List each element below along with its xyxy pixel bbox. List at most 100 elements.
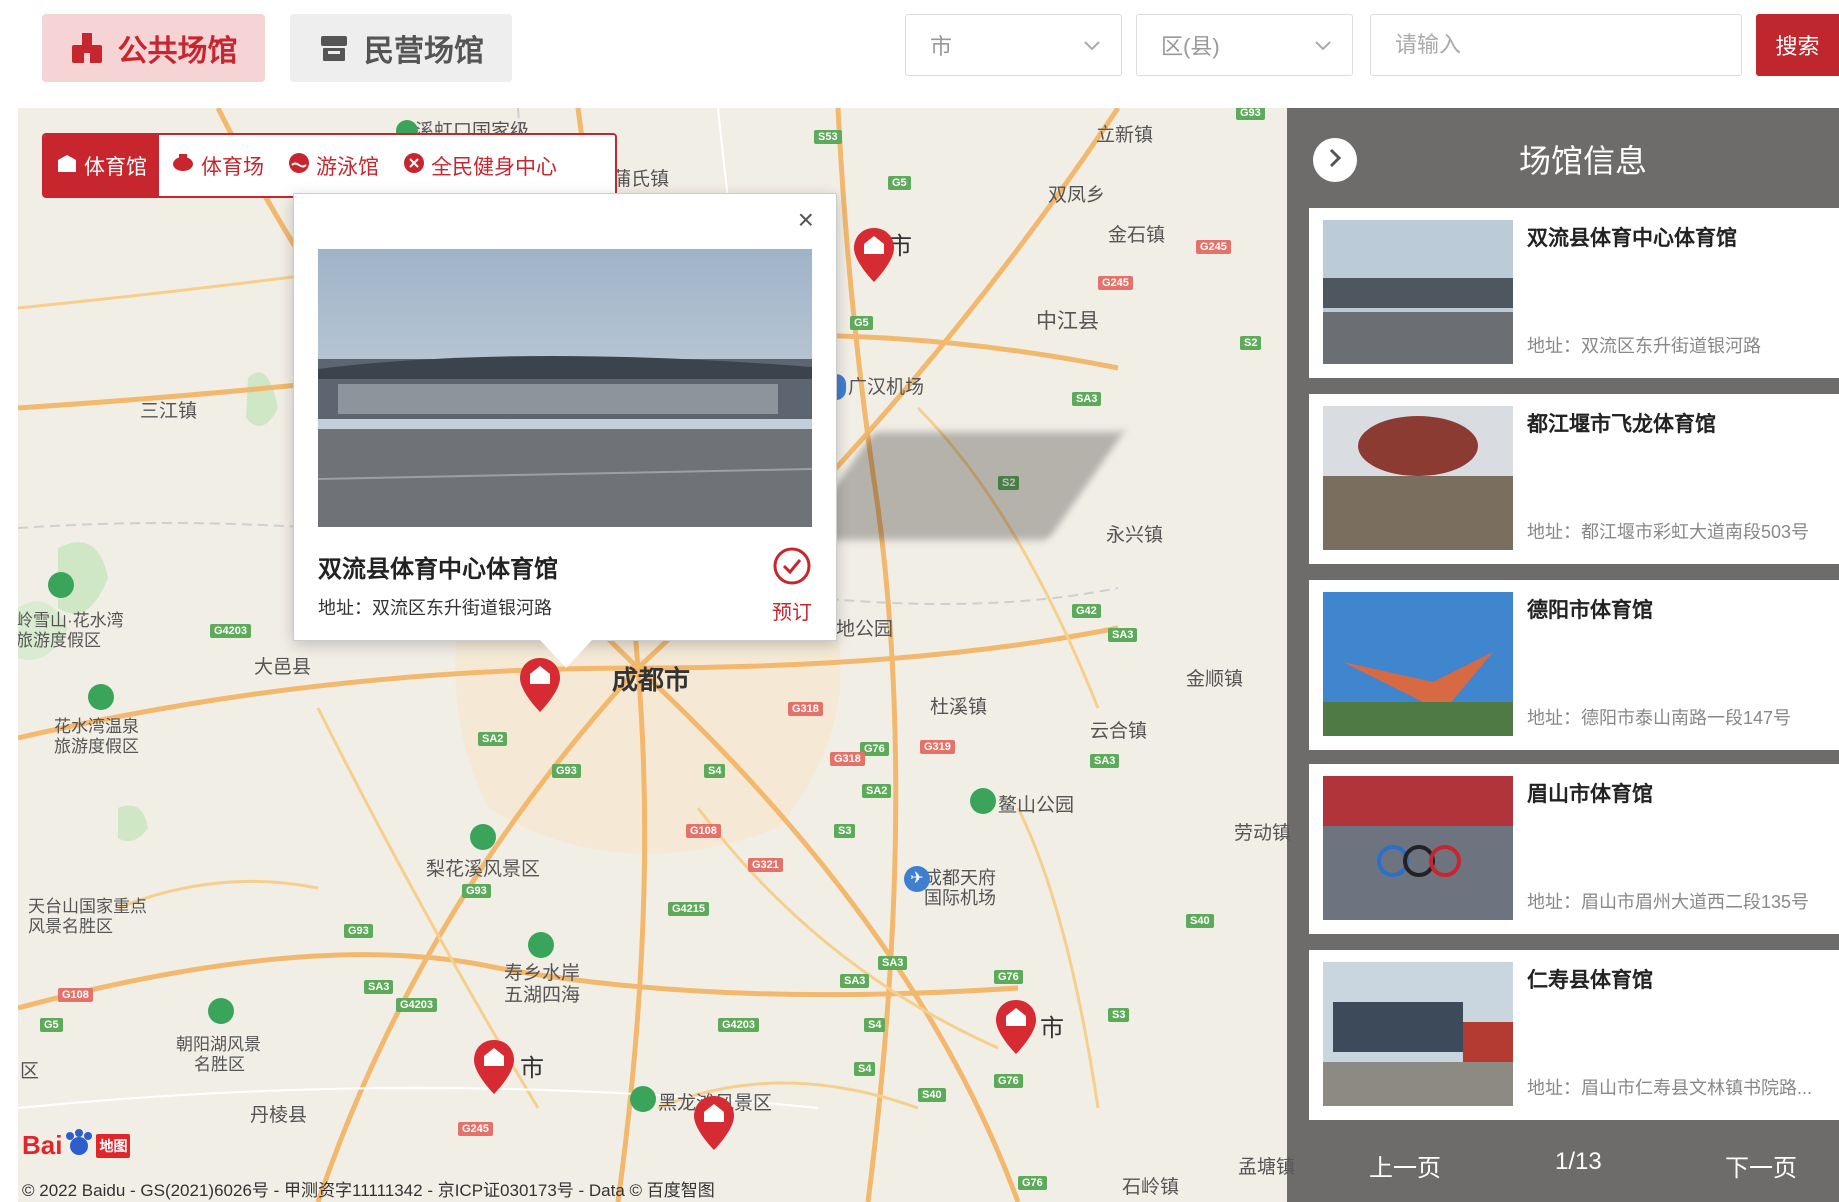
venue-card[interactable]: 都江堰市飞龙体育馆 地址：都江堰市彩虹大道南段503号: [1309, 394, 1839, 564]
popup-venue-address: 地址：双流区东升街道银河路: [318, 598, 552, 618]
venue-card-address: 地址：眉山市仁寿县文林镇书院路...: [1527, 1078, 1813, 1098]
map-copyright: © 2022 Baidu - GS(2021)6026号 - 甲测资字11111…: [22, 1181, 715, 1200]
park-icon: [630, 1086, 656, 1112]
venue-card-address: 地址：双流区东升街道银河路: [1527, 336, 1761, 356]
map-label: 旅游度假区: [18, 631, 101, 650]
search-button[interactable]: 搜索: [1756, 14, 1839, 76]
road-badge: G4203: [718, 1018, 760, 1032]
collapse-panel-button[interactable]: [1313, 138, 1357, 182]
venue-card[interactable]: 德阳市体育馆 地址：德阳市泰山南路一段147号: [1309, 580, 1839, 750]
tab-private-label: 民营场馆: [364, 35, 484, 68]
tab-public-label: 公共场馆: [117, 35, 238, 68]
stadium-icon: [171, 152, 195, 180]
map-label: 梨花溪风景区: [426, 859, 541, 880]
check-circle-icon: [772, 546, 812, 592]
road-badge: SA3: [1072, 392, 1102, 406]
venue-card-name: 仁寿县体育馆: [1527, 969, 1653, 992]
venue-card[interactable]: 眉山市体育馆 地址：眉山市眉州大道西二段135号: [1309, 764, 1839, 934]
road-badge: SA3: [1108, 628, 1138, 642]
category-label: 体育场: [201, 155, 264, 179]
panel-title: 场馆信息: [1519, 143, 1648, 179]
venue-card-address: 地址：都江堰市彩虹大道南段503号: [1527, 522, 1810, 542]
category-stadium[interactable]: 体育场: [159, 135, 276, 196]
chevron-down-icon: [1083, 32, 1101, 58]
venue-pin[interactable]: [692, 1094, 736, 1152]
book-label: 预订: [772, 602, 812, 624]
road-badge: SA2: [862, 784, 892, 798]
venue-popup: × 双流县体育中心体育馆 地址：双流区东升街道银河路 预订: [293, 193, 837, 641]
map-label: 永兴镇: [1106, 525, 1164, 546]
road-badge: S4: [864, 1018, 886, 1032]
map-label: 立新镇: [1096, 125, 1154, 146]
venue-photo: [318, 249, 812, 527]
category-fitness-center[interactable]: 全民健身中心: [391, 135, 569, 196]
road-badge: G4215: [668, 902, 710, 916]
tab-public-venues[interactable]: 公共场馆: [42, 14, 265, 82]
road-badge: G4203: [396, 998, 438, 1012]
category-gymnasium[interactable]: 体育馆: [44, 135, 159, 196]
venue-pin[interactable]: [472, 1038, 516, 1096]
venue-pin[interactable]: [994, 998, 1038, 1056]
popup-venue-name: 双流县体育中心体育馆: [318, 556, 558, 583]
road-badge: G76: [1018, 1176, 1047, 1190]
venue-pin[interactable]: [852, 226, 896, 284]
city-select[interactable]: 市: [905, 14, 1122, 76]
venue-card-name: 眉山市体育馆: [1527, 783, 1653, 806]
road-badge: G318: [788, 702, 823, 716]
map-label: 旅游度假区: [54, 737, 139, 756]
district-select[interactable]: 区(县): [1136, 14, 1353, 76]
road-badge: SA3: [878, 956, 908, 970]
city-select-value: 市: [930, 34, 953, 59]
map-label: 国际机场: [924, 888, 996, 908]
road-badge: G108: [58, 988, 93, 1002]
road-badge: S4: [704, 764, 726, 778]
map-label: 蒲氏镇: [612, 169, 670, 190]
venue-card-name: 德阳市体育馆: [1527, 599, 1653, 622]
close-icon[interactable]: ×: [798, 204, 814, 236]
venue-info-panel: 场馆信息 双流县体育中心体育馆 地址：双流区东升街道银河路 都江堰市飞龙体育馆 …: [1287, 108, 1839, 1202]
popup-tail: [540, 640, 592, 668]
map-label-chengdu: 成都市: [612, 665, 691, 695]
road-badge: S40: [918, 1088, 946, 1102]
road-badge: G5: [888, 176, 911, 190]
pagination: 上一页 1/13 下一页: [1287, 1138, 1839, 1188]
book-button[interactable]: 预订: [772, 546, 812, 625]
park-icon: [528, 932, 554, 958]
park-icon: [88, 684, 114, 710]
prev-page-button[interactable]: 上一页: [1369, 1148, 1441, 1183]
next-page-button[interactable]: 下一页: [1725, 1148, 1797, 1183]
tab-private-venues[interactable]: 民营场馆: [290, 14, 512, 82]
road-badge: S3: [834, 824, 856, 838]
venue-card[interactable]: 仁寿县体育馆 地址：眉山市仁寿县文林镇书院路...: [1309, 950, 1839, 1120]
road-badge: G108: [686, 824, 721, 838]
map-label: 丹棱县: [250, 1105, 308, 1126]
road-badge: G245: [1098, 276, 1133, 290]
map-label: 地公园: [836, 619, 894, 640]
map-label: 劳动镇: [1234, 823, 1292, 844]
map-label: 石岭镇: [1122, 1177, 1180, 1198]
map-label: 双凤乡: [1048, 185, 1106, 206]
district-select-value: 区(县): [1161, 34, 1220, 59]
road-badge: G5: [850, 316, 873, 330]
map-label: 名胜区: [194, 1055, 245, 1074]
gymnasium-icon: [56, 152, 78, 180]
venue-photo: [1323, 220, 1513, 364]
airport-icon: ✈: [904, 866, 930, 892]
map-label: 金顺镇: [1186, 669, 1244, 690]
road-badge: G42: [1072, 604, 1101, 618]
store-icon: [318, 32, 350, 64]
venue-card-name: 都江堰市飞龙体育馆: [1527, 413, 1716, 436]
road-badge: S2: [1240, 336, 1262, 350]
map-label: 五湖四海: [504, 985, 581, 1006]
baidu-logo-text: Bai: [22, 1130, 63, 1160]
category-label: 体育馆: [84, 155, 147, 179]
venue-card[interactable]: 双流县体育中心体育馆 地址：双流区东升街道银河路: [1309, 208, 1839, 378]
search-input[interactable]: [1370, 14, 1742, 76]
map-label: 风景名胜区: [28, 917, 113, 936]
swimming-icon: [288, 152, 310, 180]
chevron-right-icon: [1327, 148, 1343, 173]
category-label: 全民健身中心: [431, 155, 557, 179]
category-swimming-pool[interactable]: 游泳馆: [276, 135, 391, 196]
map-label: 广汉机场: [848, 377, 925, 398]
venue-photo: [1323, 776, 1513, 920]
